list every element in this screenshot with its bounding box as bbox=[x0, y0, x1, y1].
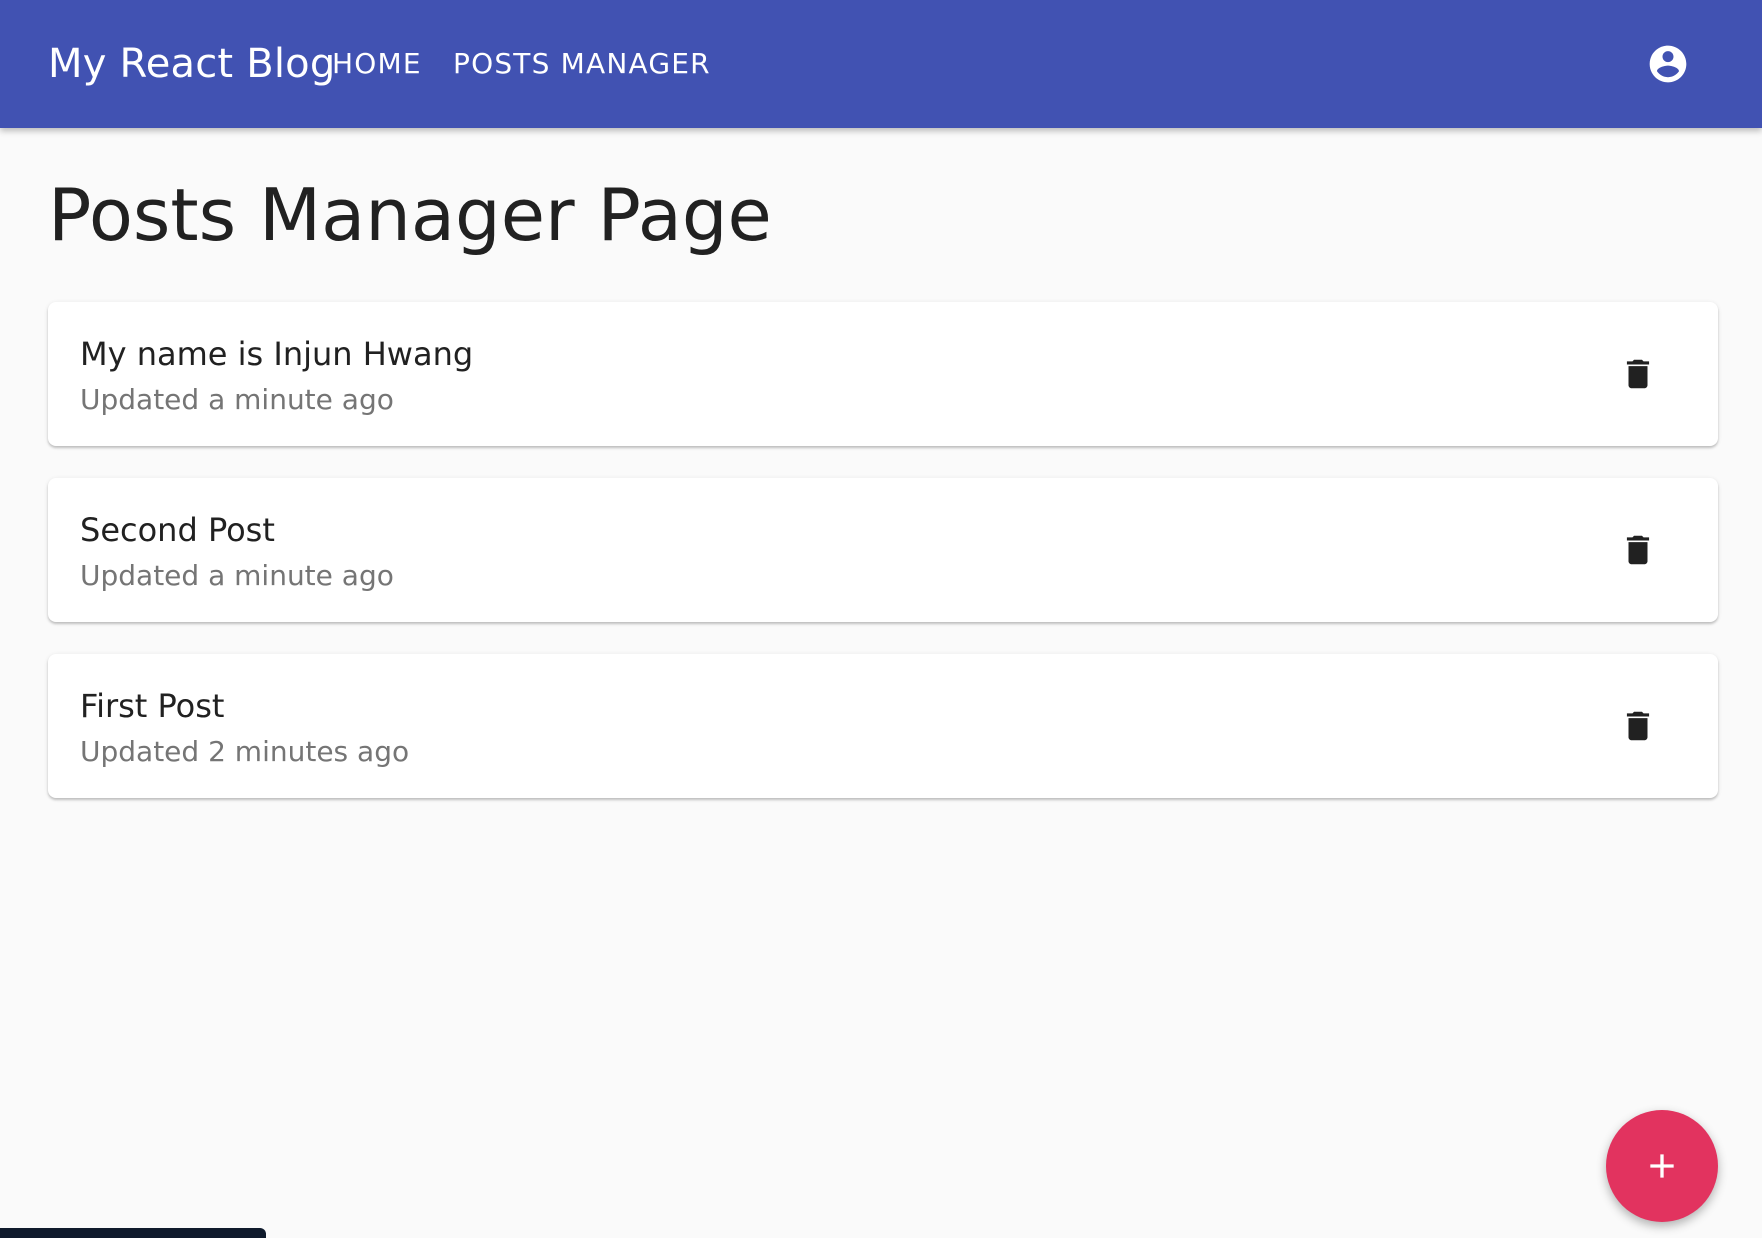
delete-icon-svg bbox=[1626, 359, 1650, 389]
delete-icon[interactable] bbox=[1606, 694, 1670, 758]
bottom-overlay-strip bbox=[0, 1228, 266, 1238]
post-updated-text: Updated a minute ago bbox=[80, 559, 394, 592]
page-title: Posts Manager Page bbox=[48, 173, 772, 257]
add-post-fab[interactable] bbox=[1606, 1110, 1718, 1222]
post-title: Second Post bbox=[80, 511, 275, 549]
app-bar: My React Blog HOME POSTS MANAGER bbox=[0, 0, 1762, 128]
add-icon bbox=[1650, 1154, 1674, 1178]
post-updated-text: Updated 2 minutes ago bbox=[80, 735, 410, 768]
delete-icon[interactable] bbox=[1606, 342, 1670, 406]
post-list-item[interactable]: My name is Injun Hwang Updated a minute … bbox=[48, 302, 1718, 446]
nav-home-link[interactable]: HOME bbox=[332, 44, 422, 84]
post-list-item[interactable]: Second Post Updated a minute ago bbox=[48, 478, 1718, 622]
brand-title[interactable]: My React Blog bbox=[48, 38, 335, 90]
delete-icon[interactable] bbox=[1606, 518, 1670, 582]
delete-icon-svg bbox=[1626, 711, 1650, 741]
nav-posts-manager-link[interactable]: POSTS MANAGER bbox=[453, 44, 711, 84]
post-updated-text: Updated a minute ago bbox=[80, 383, 394, 416]
account-circle-icon-svg bbox=[1649, 45, 1687, 83]
post-title: First Post bbox=[80, 687, 225, 725]
post-list-item[interactable]: First Post Updated 2 minutes ago bbox=[48, 654, 1718, 798]
post-list: My name is Injun Hwang Updated a minute … bbox=[48, 302, 1718, 830]
post-title: My name is Injun Hwang bbox=[80, 335, 474, 373]
account-circle-icon[interactable] bbox=[1646, 42, 1690, 86]
delete-icon-svg bbox=[1626, 535, 1650, 565]
